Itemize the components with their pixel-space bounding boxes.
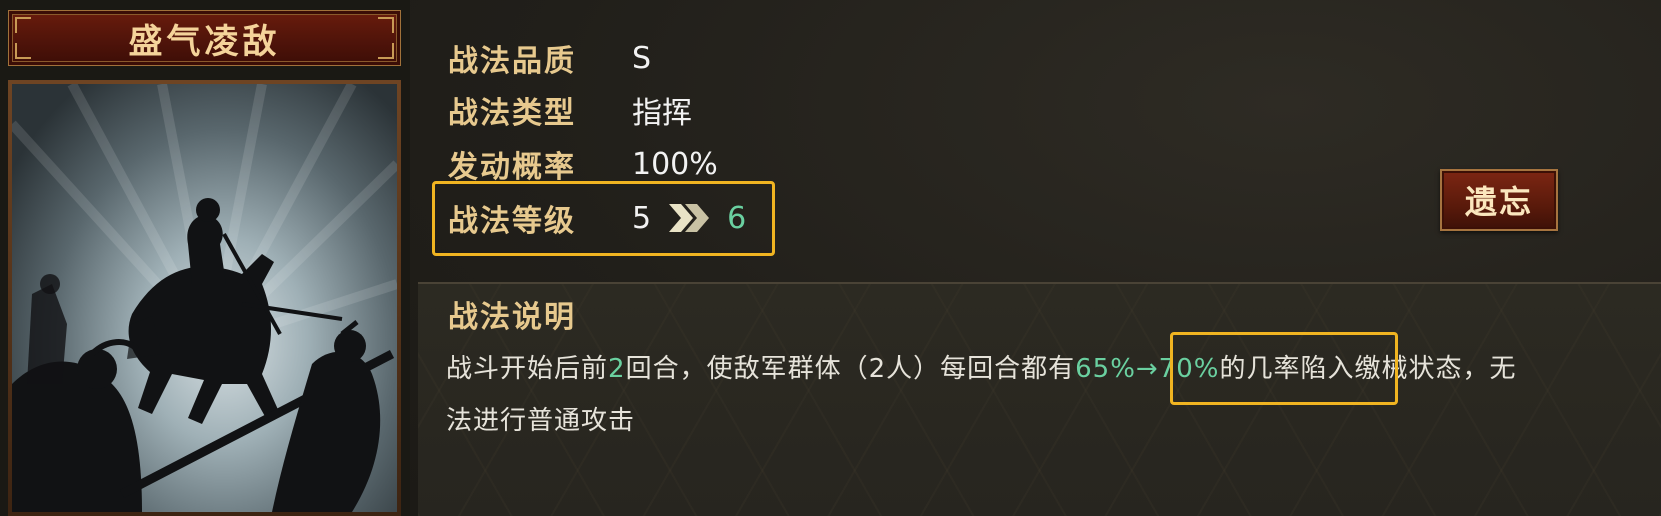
double-chevron-right-icon (669, 204, 710, 232)
skill-card (8, 80, 401, 516)
description-part-1: 战斗开始后前 (446, 354, 609, 384)
type-row: 战法类型 指挥 (448, 88, 692, 132)
rate-row: 发动概率 100% (448, 142, 718, 186)
type-value: 指挥 (632, 96, 692, 131)
quality-label: 战法品质 (448, 44, 576, 79)
description-turns: 2 (608, 354, 626, 384)
level-current: 5 (632, 200, 652, 236)
quality-row: 战法品质 S (448, 36, 651, 80)
skill-title-banner: 盛气凌敌 (8, 10, 401, 66)
description-title: 战法说明 (448, 300, 576, 335)
level-row: 战法等级 5 6 (448, 196, 746, 240)
description-part-2: 回合，使敌军群体（2人）每回合都有 (625, 354, 1076, 384)
quality-value: S (632, 40, 652, 76)
forget-button[interactable]: 遗忘 (1440, 169, 1558, 231)
rate-label: 发动概率 (448, 150, 576, 185)
rate-value: 100% (632, 146, 718, 182)
chance-highlight-box (1170, 332, 1398, 405)
level-label: 战法等级 (448, 204, 576, 239)
battle-silhouette-image (12, 84, 397, 512)
level-next: 6 (727, 200, 747, 236)
type-label: 战法类型 (448, 96, 576, 131)
skill-name: 盛气凌敌 (128, 21, 281, 62)
skill-card-art (12, 84, 397, 512)
